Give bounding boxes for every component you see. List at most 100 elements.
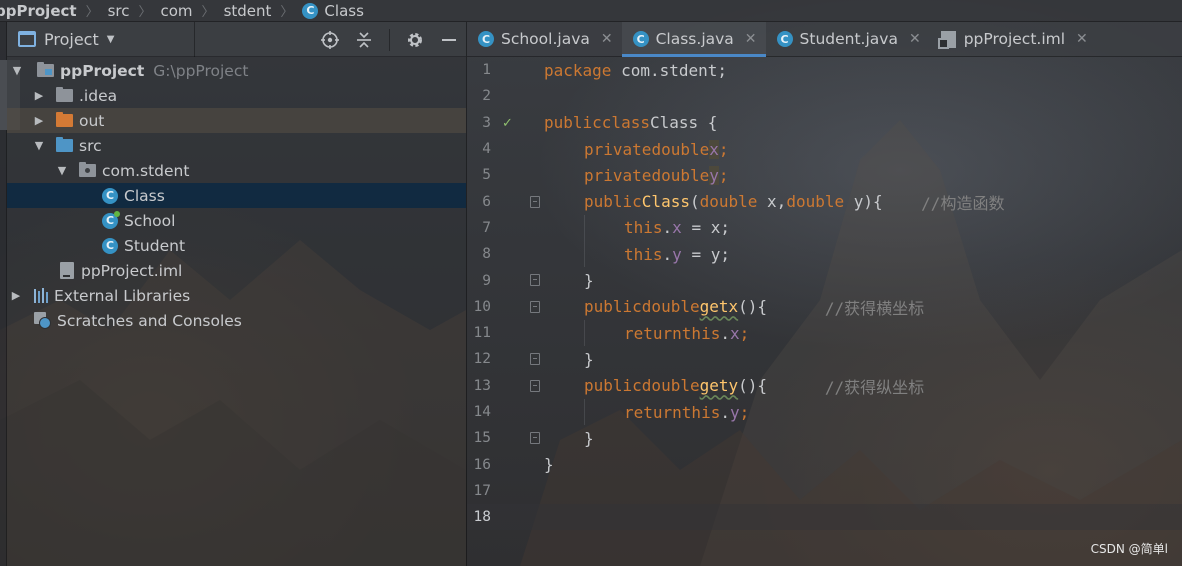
expand-arrow-icon[interactable]: ▼: [33, 139, 45, 152]
line-number: 14: [473, 404, 491, 421]
gutter-line: 1: [467, 57, 537, 83]
tree-item-src[interactable]: ▼ src: [7, 133, 466, 158]
gutter-line: 15: [467, 425, 540, 451]
tree-item-label: School: [124, 211, 176, 230]
gutter-line: 3 ✓: [467, 110, 537, 136]
tab-class-java[interactable]: C Class.java ✕: [621, 22, 766, 57]
header-divider: [194, 22, 195, 57]
tab-school-java[interactable]: C School.java ✕: [467, 22, 622, 56]
comment: //获得横坐标: [824, 298, 925, 318]
window-icon: [18, 31, 36, 47]
keyword: return: [624, 323, 682, 343]
code-line: public Class(double x, double y){ //构造函数: [584, 189, 1004, 215]
toolbar-separator: [389, 28, 390, 51]
minimize-icon[interactable]: [440, 31, 458, 49]
gutter-line: 10: [467, 294, 540, 320]
tree-item-external-libraries[interactable]: ▶ External Libraries: [7, 283, 466, 308]
fold-icon[interactable]: [530, 300, 540, 313]
expand-arrow-icon[interactable]: ▼: [56, 164, 68, 177]
project-toolbar: [321, 22, 458, 57]
line-number: 9: [482, 272, 491, 289]
fold-icon[interactable]: [530, 195, 540, 208]
editor-tabs: C School.java ✕ C Class.java ✕ C Student…: [467, 22, 1182, 57]
class-icon: C: [478, 31, 494, 47]
gutter-line: 7: [467, 215, 537, 241]
gear-icon[interactable]: [406, 31, 424, 49]
close-icon[interactable]: ✕: [909, 31, 921, 47]
tree-item-scratches[interactable]: Scratches and Consoles: [7, 308, 466, 333]
gutter-line: 14: [467, 399, 537, 425]
gutter-line: 5: [467, 162, 537, 188]
project-view-selector[interactable]: Project ▼: [18, 30, 114, 49]
method-name: getx: [699, 297, 739, 317]
tree-item-out[interactable]: ▶ out: [7, 108, 466, 133]
field-name: y: [709, 165, 719, 185]
line-number: 15: [473, 430, 491, 447]
field-name: y: [672, 244, 682, 264]
tree-item-class[interactable]: C Class: [7, 183, 466, 208]
locate-icon[interactable]: [321, 30, 339, 49]
tree-item-ppproject[interactable]: ▼ ppProject G:\ppProject: [7, 58, 466, 83]
module-file-icon: [60, 262, 74, 279]
line-number: 18: [473, 509, 491, 526]
expand-arrow-icon[interactable]: ▶: [33, 114, 45, 127]
code-text: .: [662, 244, 673, 264]
dropdown-arrow-icon: ▼: [106, 33, 115, 45]
constructor-name: Class: [641, 192, 690, 212]
line-number: 1: [482, 62, 491, 79]
tree-item-iml[interactable]: ppProject.iml: [7, 258, 466, 283]
code-line: private double y;: [584, 162, 729, 188]
code-text: (){: [738, 376, 768, 396]
tree-item-label: src: [79, 136, 102, 155]
line-number: 4: [482, 141, 491, 158]
close-icon[interactable]: ✕: [601, 31, 613, 47]
fold-icon[interactable]: [530, 379, 540, 392]
breadcrumb-class[interactable]: C Class: [302, 2, 364, 20]
library-icon: [34, 288, 48, 303]
indent-guide: [584, 399, 585, 425]
class-icon: C: [302, 2, 319, 19]
breadcrumb-com[interactable]: com: [161, 2, 193, 20]
breadcrumb-stdent[interactable]: stdent: [224, 2, 272, 20]
code-text: .: [720, 402, 730, 422]
tree-item-student[interactable]: C Student: [7, 233, 466, 258]
keyword: double: [699, 192, 758, 212]
fold-icon[interactable]: [530, 274, 540, 287]
collapse-all-icon[interactable]: [355, 31, 373, 49]
code-text: x,: [757, 192, 787, 212]
code-editor[interactable]: 1 2 3 ✓ 4 5 6 7 8 9 10 11 12 13 14 15 16 …: [467, 57, 1182, 566]
code-line: }: [584, 428, 594, 448]
close-icon[interactable]: ✕: [1076, 31, 1088, 47]
tree-item-label: Student: [124, 236, 186, 255]
expand-arrow-icon[interactable]: ▶: [33, 89, 45, 102]
chevron-right-icon: 〉: [201, 5, 215, 20]
tab-student-java[interactable]: C Student.java ✕: [766, 22, 930, 56]
field-name: y: [729, 402, 740, 422]
chevron-right-icon: 〉: [138, 5, 152, 20]
indent-guide: [584, 215, 585, 267]
fold-icon[interactable]: [530, 432, 540, 445]
code-text: com.stdent;: [611, 60, 728, 80]
gutter-line: 11: [467, 320, 537, 346]
keyword: public: [584, 297, 642, 317]
code-text: ;: [718, 165, 729, 185]
main-class-icon: C: [102, 210, 120, 229]
code-line: return this. y;: [624, 399, 749, 425]
tree-item-com-stdent[interactable]: ▼ com.stdent: [7, 158, 466, 183]
line-number: 17: [473, 482, 491, 499]
chevron-right-icon: 〉: [280, 5, 294, 20]
breadcrumb-project[interactable]: ppProject: [0, 2, 77, 20]
fold-icon[interactable]: [530, 353, 540, 366]
tree-item-idea[interactable]: ▶ .idea: [7, 83, 466, 108]
line-number: 5: [482, 167, 491, 184]
tree-item-school[interactable]: C School: [7, 208, 466, 233]
close-icon[interactable]: ✕: [745, 31, 757, 47]
folder-icon: [56, 112, 73, 127]
tree-item-label: ppProject.iml: [81, 261, 183, 280]
code-line: }: [584, 271, 594, 291]
expand-arrow-icon[interactable]: ▼: [11, 64, 23, 77]
breadcrumb-src[interactable]: src: [108, 2, 130, 20]
tab-ppproject-iml[interactable]: ppProject.iml ✕: [930, 22, 1097, 56]
checkmark-icon: ✓: [502, 115, 513, 131]
expand-arrow-icon[interactable]: ▶: [10, 289, 22, 302]
